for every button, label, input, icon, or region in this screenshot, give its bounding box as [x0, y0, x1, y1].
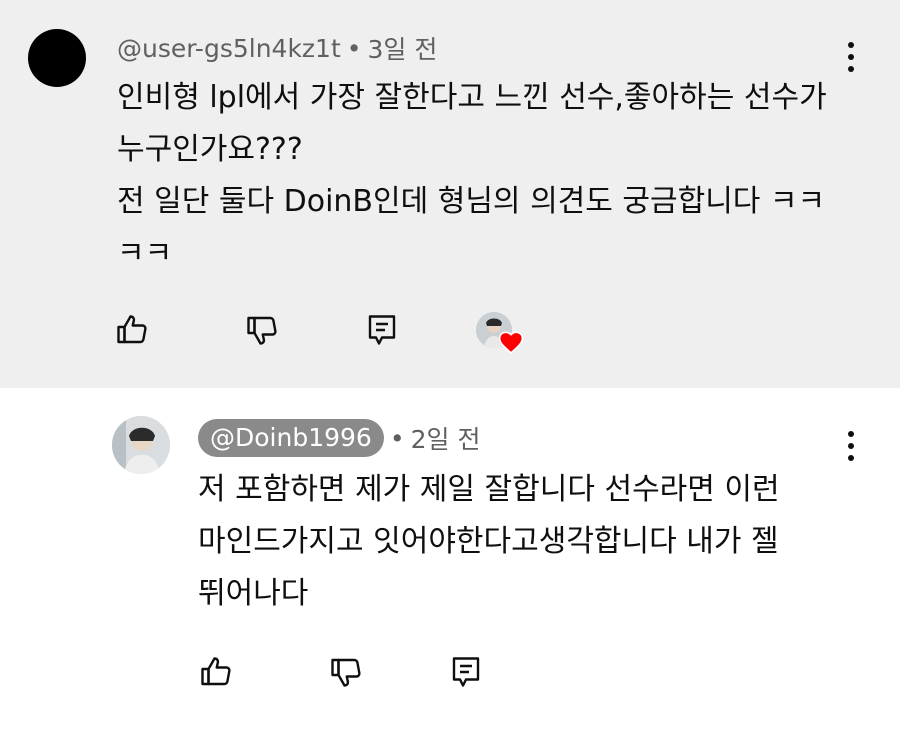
avatar[interactable] — [112, 416, 170, 474]
comment-text: 저 포함하면 제가 제일 잘합니다 선수라면 이런마인드가지고 잇어야한다고생각… — [198, 464, 780, 620]
comment-line: 마인드가지고 잇어야한다고생각합니다 내가 젤 — [198, 524, 779, 559]
comment-line: 전 일단 둘다 DoinB인데 형님의 의견도 궁금합니다 ㅋㅋ — [117, 184, 826, 219]
author-handle[interactable]: @user-gs5ln4kz1t — [117, 34, 341, 63]
like-icon[interactable] — [198, 654, 238, 694]
reply-icon[interactable] — [448, 654, 488, 694]
heart-icon — [498, 331, 524, 354]
comment-line: 저 포함하면 제가 제일 잘합니다 선수라면 이런 — [198, 472, 780, 507]
comment-reply: @Doinb1996 • 2일 전 저 포함하면 제가 제일 잘합니다 선수라면… — [0, 388, 900, 729]
like-icon[interactable] — [114, 312, 154, 352]
comment-line: 인비형 lpl에서 가장 잘한다고 느낀 선수,좋아하는 선수가 — [117, 80, 827, 115]
comment-line: ㅋㅋ — [117, 236, 173, 271]
comment-header: @user-gs5ln4kz1t • 3일 전 — [117, 30, 437, 66]
reply-icon[interactable] — [364, 312, 404, 352]
comment-text: 인비형 lpl에서 가장 잘한다고 느낀 선수,좋아하는 선수가누구인가요???… — [117, 72, 827, 280]
creator-heart-icon — [476, 312, 524, 354]
avatar[interactable] — [28, 29, 86, 87]
more-vert-icon[interactable] — [846, 429, 856, 463]
more-vert-icon[interactable] — [846, 40, 856, 74]
comment-time[interactable]: 3일 전 — [368, 30, 438, 66]
comment-header: @Doinb1996 • 2일 전 — [198, 418, 480, 458]
dislike-icon[interactable] — [244, 312, 284, 352]
comment-line: 누구인가요??? — [117, 132, 303, 167]
author-handle-pill[interactable]: @Doinb1996 — [198, 419, 384, 457]
comment-thread-top: @user-gs5ln4kz1t • 3일 전 인비형 lpl에서 가장 잘한다… — [0, 0, 900, 388]
dislike-icon[interactable] — [328, 654, 368, 694]
comment-time[interactable]: 2일 전 — [411, 420, 481, 456]
comment-line: 뛰어나다 — [198, 576, 309, 611]
meta-separator: • — [389, 423, 405, 453]
meta-separator: • — [346, 33, 362, 63]
